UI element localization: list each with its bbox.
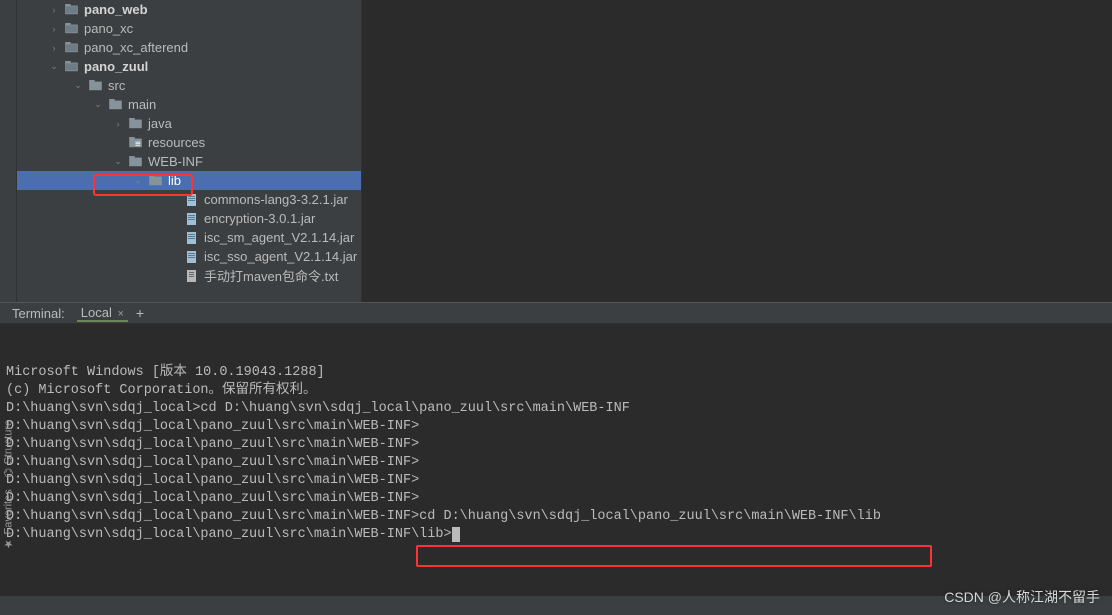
tree-item-commons-lang3-3-2-1-jar[interactable]: commons-lang3-3.2.1.jar bbox=[17, 190, 361, 209]
tree-item-label: pano_xc_afterend bbox=[84, 40, 188, 55]
expander-spacer bbox=[167, 212, 181, 226]
chevron-down-icon[interactable]: ⌄ bbox=[71, 79, 85, 93]
tree-item----maven----txt[interactable]: 手动打maven包命令.txt bbox=[17, 266, 361, 285]
star-icon: ★ bbox=[2, 538, 15, 551]
tree-item-pano-web[interactable]: › pano_web bbox=[17, 0, 361, 19]
tree-item-label: isc_sm_agent_V2.1.14.jar bbox=[204, 230, 354, 245]
terminal-line: (c) Microsoft Corporation。保留所有权利。 bbox=[6, 382, 1106, 400]
tree-item-src[interactable]: ⌄ src bbox=[17, 76, 361, 95]
gutter-left bbox=[0, 0, 17, 302]
structure-tool-button[interactable]: ⌬ Structure bbox=[2, 420, 15, 477]
expander-spacer bbox=[111, 136, 125, 150]
module-icon bbox=[63, 2, 79, 18]
tree-item-label: encryption-3.0.1.jar bbox=[204, 211, 315, 226]
terminal-line: D:\huang\svn\sdqj_local\pano_zuul\src\ma… bbox=[6, 418, 1106, 436]
jar-icon bbox=[183, 192, 199, 208]
favorites-tool-button[interactable]: ★ Favorites bbox=[2, 489, 15, 550]
tree-item-label: resources bbox=[148, 135, 205, 150]
tree-item-label: lib bbox=[168, 173, 181, 188]
tree-item-java[interactable]: › java bbox=[17, 114, 361, 133]
chevron-right-icon[interactable]: › bbox=[111, 117, 125, 131]
expander-spacer bbox=[167, 193, 181, 207]
chevron-down-icon[interactable]: ⌄ bbox=[47, 60, 61, 74]
watermark: CSDN @人称江湖不留手 bbox=[944, 587, 1100, 607]
folder-icon bbox=[87, 78, 103, 94]
tree-item-label: 手动打maven包命令.txt bbox=[204, 266, 338, 285]
chevron-right-icon[interactable]: › bbox=[47, 22, 61, 36]
tree-item-label: isc_sso_agent_V2.1.14.jar bbox=[204, 249, 357, 264]
add-terminal-button[interactable]: + bbox=[136, 305, 144, 321]
resources-icon bbox=[127, 135, 143, 151]
terminal-line: D:\huang\svn\sdqj_local\pano_zuul\src\ma… bbox=[6, 526, 1106, 544]
tree-item-main[interactable]: ⌄ main bbox=[17, 95, 361, 114]
chevron-right-icon[interactable]: › bbox=[47, 41, 61, 55]
terminal-output[interactable]: Microsoft Windows [版本 10.0.19043.1288](c… bbox=[0, 324, 1112, 596]
module-icon bbox=[63, 59, 79, 75]
folder-icon bbox=[127, 154, 143, 170]
terminal-line: D:\huang\svn\sdqj_local\pano_zuul\src\ma… bbox=[6, 436, 1106, 454]
txt-icon bbox=[183, 268, 199, 284]
tree-item-lib[interactable]: ⌄ lib bbox=[17, 171, 361, 190]
chevron-down-icon[interactable]: ⌄ bbox=[91, 98, 105, 112]
expander-spacer bbox=[167, 269, 181, 283]
terminal-title: Terminal: bbox=[8, 306, 69, 321]
terminal-line: D:\huang\svn\sdqj_local>cd D:\huang\svn\… bbox=[6, 400, 1106, 418]
folder-icon bbox=[147, 173, 163, 189]
jar-icon bbox=[183, 211, 199, 227]
project-tree[interactable]: › pano_web › pano_xc › pano_xc_afterend ⌄ pano_… bbox=[17, 0, 362, 302]
close-icon[interactable]: × bbox=[117, 308, 123, 320]
module-icon bbox=[63, 21, 79, 37]
tree-item-encryption-3-0-1-jar[interactable]: encryption-3.0.1.jar bbox=[17, 209, 361, 228]
terminal-cursor bbox=[452, 527, 460, 542]
terminal-line: D:\huang\svn\sdqj_local\pano_zuul\src\ma… bbox=[6, 490, 1106, 508]
expander-spacer bbox=[167, 250, 181, 264]
tree-item-label: WEB-INF bbox=[148, 154, 203, 169]
expander-spacer bbox=[167, 231, 181, 245]
tree-item-label: pano_web bbox=[84, 2, 148, 17]
tree-item-pano-zuul[interactable]: ⌄ pano_zuul bbox=[17, 57, 361, 76]
jar-icon bbox=[183, 230, 199, 246]
tree-item-label: commons-lang3-3.2.1.jar bbox=[204, 192, 348, 207]
tree-item-isc-sm-agent-v2-1-14-jar[interactable]: isc_sm_agent_V2.1.14.jar bbox=[17, 228, 361, 247]
left-tool-panel: ★ Favorites ⌬ Structure bbox=[0, 420, 17, 551]
chevron-down-icon[interactable]: ⌄ bbox=[131, 174, 145, 188]
terminal-line: D:\huang\svn\sdqj_local\pano_zuul\src\ma… bbox=[6, 472, 1106, 490]
module-icon bbox=[63, 40, 79, 56]
folder-icon bbox=[127, 116, 143, 132]
terminal-line: D:\huang\svn\sdqj_local\pano_zuul\src\ma… bbox=[6, 454, 1106, 472]
structure-icon: ⌬ bbox=[2, 468, 15, 478]
tree-item-label: src bbox=[108, 78, 125, 93]
tree-item-label: pano_zuul bbox=[84, 59, 148, 74]
terminal-line: Microsoft Windows [版本 10.0.19043.1288] bbox=[6, 364, 1106, 382]
editor-area bbox=[362, 0, 1112, 302]
tree-item-label: java bbox=[148, 116, 172, 131]
tree-item-label: pano_xc bbox=[84, 21, 133, 36]
tree-item-pano-xc-afterend[interactable]: › pano_xc_afterend bbox=[17, 38, 361, 57]
tree-item-web-inf[interactable]: ⌄ WEB-INF bbox=[17, 152, 361, 171]
terminal-tab-bar[interactable]: Terminal: Local × + bbox=[0, 302, 1112, 324]
folder-icon bbox=[107, 97, 123, 113]
tree-item-pano-xc[interactable]: › pano_xc bbox=[17, 19, 361, 38]
jar-icon bbox=[183, 249, 199, 265]
terminal-line: D:\huang\svn\sdqj_local\pano_zuul\src\ma… bbox=[6, 508, 1106, 526]
tree-item-resources[interactable]: resources bbox=[17, 133, 361, 152]
tree-item-isc-sso-agent-v2-1-14-jar[interactable]: isc_sso_agent_V2.1.14.jar bbox=[17, 247, 361, 266]
chevron-right-icon[interactable]: › bbox=[47, 3, 61, 17]
chevron-down-icon[interactable]: ⌄ bbox=[111, 155, 125, 169]
tree-item-label: main bbox=[128, 97, 156, 112]
terminal-tab-local[interactable]: Local × bbox=[77, 305, 128, 322]
annotation-highlight-cd-command bbox=[416, 545, 932, 567]
